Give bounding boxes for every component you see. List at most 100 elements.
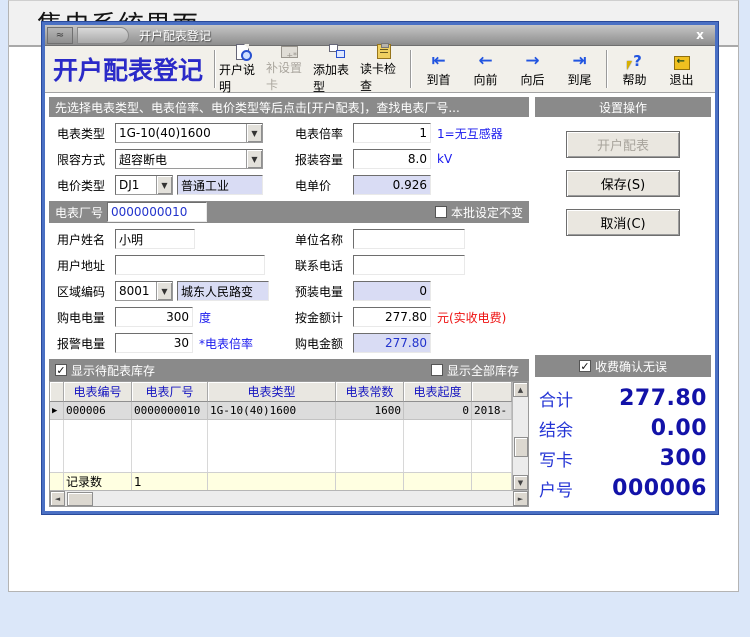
window-icon: ≈ (47, 27, 73, 44)
scroll-right-icon[interactable]: ► (513, 491, 528, 506)
chevron-down-icon[interactable]: ▼ (246, 150, 262, 168)
price-type-desc: 普通工业 (177, 175, 263, 195)
record-count-value: 1 (132, 472, 208, 490)
unit-price-label: 电单价 (295, 177, 353, 194)
multiplier-input[interactable]: 1 (353, 123, 431, 143)
open-help-doc-button[interactable]: 开户说明 (219, 48, 266, 90)
table-row[interactable]: ▶ 000006 0000000010 1G-10(40)1600 1600 0… (50, 402, 512, 420)
add-meter-type-icon (329, 44, 345, 60)
help-button[interactable]: ? 帮助 (611, 48, 658, 90)
by-amount-input[interactable]: 277.80 (353, 307, 431, 327)
phone-input[interactable] (353, 255, 465, 275)
toolbar-separator (410, 50, 412, 88)
factory-no-label: 电表厂号 (55, 204, 103, 221)
right-panel: 设置操作 开户配表 保存(S) 取消(C) ✓ 收费确认无误 合计 277.80 (535, 97, 711, 507)
user-name-input[interactable]: 小明 (115, 229, 195, 249)
exit-button[interactable]: 退出 (658, 48, 705, 90)
meter-type-dropdown[interactable]: 1G-10(40)1600 ▼ (115, 123, 263, 143)
close-button[interactable]: x (689, 28, 711, 42)
show-pending-label: 显示待配表库存 (71, 362, 155, 379)
go-last-button[interactable]: ⇥ 到尾 (556, 48, 603, 90)
scroll-left-icon[interactable]: ◄ (50, 491, 65, 506)
doc-magnifier-icon (236, 44, 249, 60)
horizontal-scroll-thumb[interactable] (67, 492, 93, 506)
alarm-qty-input[interactable]: 30 (115, 333, 193, 353)
stock-table: 电表编号 电表厂号 电表类型 电表常数 电表起度 ▶ 000006 000000… (49, 381, 529, 507)
assign-meter-button: 开户配表 (566, 131, 680, 158)
balance-value: 0.00 (651, 416, 707, 441)
purchase-qty-unit: 度 (199, 309, 211, 326)
cancel-button[interactable]: 取消(C) (566, 209, 680, 236)
show-pending-checkbox[interactable]: ✓ (55, 364, 67, 376)
stock-filter-band: ✓ 显示待配表库存 显示全部库存 (49, 359, 529, 381)
current-row-marker: ▶ (50, 402, 64, 420)
toolbar-app-title: 开户配表登记 (53, 51, 203, 87)
arrow-first-icon: ⇤ (431, 51, 445, 70)
org-name-input[interactable] (353, 229, 465, 249)
unit-price-field: 0.926 (353, 175, 431, 195)
chevron-down-icon[interactable]: ▼ (156, 176, 172, 194)
purchase-amt-label: 购电金额 (295, 335, 353, 352)
table-empty-area (50, 420, 512, 472)
instruction-bar: 先选择电表类型、电表倍率、电价类型等后点击[开户配表]，查找电表厂号... (49, 97, 529, 117)
table-footer-row: 记录数 1 (50, 472, 512, 490)
read-card-check-button[interactable]: 读卡检查 (360, 48, 407, 90)
stock-table-header: 电表编号 电表厂号 电表类型 电表常数 电表起度 (50, 382, 512, 402)
vertical-scrollbar[interactable]: ▲ ▼ (512, 382, 528, 490)
ops-buttons: 开户配表 保存(S) 取消(C) (535, 117, 711, 355)
help-icon: ? (627, 51, 642, 70)
batch-fixed-checkbox[interactable] (435, 206, 447, 218)
vertical-scroll-thumb[interactable] (514, 437, 528, 457)
user-addr-label: 用户地址 (57, 257, 115, 274)
limit-mode-dropdown[interactable]: 超容断电 ▼ (115, 149, 263, 169)
write-card-value: 300 (660, 446, 707, 471)
total-value: 277.80 (619, 386, 707, 411)
region-label: 区域编码 (57, 283, 115, 300)
factory-no-band: 电表厂号 0000000010 本批设定不变 (49, 201, 529, 223)
app-window: ≈ 开户配表登记 x 开户配表登记 开户说明 补设置卡 添加表型 读卡 (42, 22, 718, 514)
multiplier-note: 1=无互感器 (437, 125, 503, 142)
show-all-label: 显示全部库存 (447, 362, 519, 379)
scroll-down-icon[interactable]: ▼ (513, 475, 528, 490)
alarm-qty-note: *电表倍率 (199, 335, 253, 352)
capacity-label: 报装容量 (295, 151, 353, 168)
account-no-label: 户号 (539, 476, 573, 501)
go-next-button[interactable]: → 向后 (509, 48, 556, 90)
chevron-down-icon[interactable]: ▼ (156, 282, 172, 300)
by-amount-label: 按金额计 (295, 309, 353, 326)
org-name-label: 单位名称 (295, 231, 353, 248)
setup-card-icon (281, 46, 298, 58)
show-all-checkbox[interactable] (431, 364, 443, 376)
toolbar-separator (606, 50, 608, 88)
write-card-label: 写卡 (539, 446, 573, 471)
save-button[interactable]: 保存(S) (566, 170, 680, 197)
purchase-qty-label: 购电电量 (57, 309, 115, 326)
purchase-qty-input[interactable]: 300 (115, 307, 193, 327)
balance-label: 结余 (539, 416, 573, 441)
fee-confirm-checkbox[interactable]: ✓ (579, 360, 591, 372)
arrow-left-icon: ← (478, 51, 492, 70)
user-addr-input[interactable] (115, 255, 265, 275)
region-dropdown[interactable]: 8001 ▼ (115, 281, 173, 301)
chevron-down-icon[interactable]: ▼ (246, 124, 262, 142)
arrow-last-icon: ⇥ (572, 51, 586, 70)
meter-type-label: 电表类型 (57, 125, 115, 142)
horizontal-scrollbar[interactable]: ◄ ► (50, 490, 528, 506)
toolbar-separator (214, 50, 216, 88)
row-selector-header (50, 382, 64, 402)
titlebar-decoration (77, 27, 129, 44)
customer-form: 用户姓名 小明 单位名称 用户地址 (49, 223, 529, 359)
go-first-button[interactable]: ⇤ 到首 (415, 48, 462, 90)
price-type-dropdown[interactable]: DJ1 ▼ (115, 175, 173, 195)
add-meter-type-button[interactable]: 添加表型 (313, 48, 360, 90)
factory-no-input[interactable]: 0000000010 (107, 202, 207, 222)
purchase-amt-field: 277.80 (353, 333, 431, 353)
read-card-icon (377, 44, 391, 59)
capacity-input[interactable]: 8.0 (353, 149, 431, 169)
account-no-value: 000006 (612, 476, 707, 501)
toolbar: 开户配表登记 开户说明 补设置卡 添加表型 读卡检查 ⇤ 到首 (45, 46, 715, 93)
multiplier-label: 电表倍率 (295, 125, 353, 142)
limit-mode-label: 限容方式 (57, 151, 115, 168)
scroll-up-icon[interactable]: ▲ (513, 382, 528, 397)
go-previous-button[interactable]: ← 向前 (462, 48, 509, 90)
